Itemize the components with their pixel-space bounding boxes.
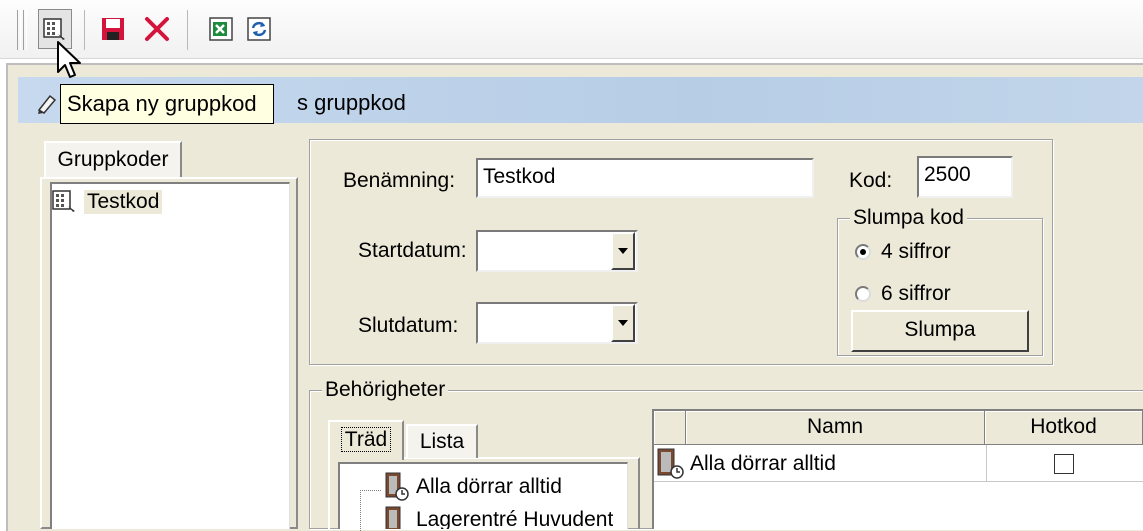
tree-item-label: Alla dörrar alltid: [416, 475, 562, 498]
code-input[interactable]: 2500: [917, 156, 1013, 198]
save-button[interactable]: [96, 9, 130, 49]
grid-new-icon: [43, 18, 65, 40]
red-x-icon: [145, 17, 169, 41]
list-item[interactable]: Testkod: [52, 190, 163, 214]
grid-icon: [52, 190, 75, 212]
grid-cell-name: Alla dörrar alltid: [690, 452, 836, 475]
toolbar-separator: [84, 10, 85, 50]
radio-6-digits[interactable]: 6 siffror: [855, 282, 951, 306]
excel-export-icon: [209, 17, 233, 41]
toolbar-grip[interactable]: [23, 10, 27, 50]
radio-4-digits[interactable]: 4 siffror: [855, 240, 951, 264]
end-date-dropdown-button[interactable]: [611, 304, 635, 342]
code-label: Kod:: [849, 169, 893, 192]
radio-button[interactable]: [855, 286, 871, 302]
name-input[interactable]: Testkod: [476, 158, 814, 198]
tab-trad-label: Träd: [340, 427, 392, 452]
floppy-disk-icon: [102, 18, 124, 40]
delete-button[interactable]: [140, 9, 174, 49]
toolbar-separator: [187, 10, 188, 50]
chevron-down-icon: [618, 248, 628, 254]
tooltip: Skapa ny gruppkod: [60, 84, 274, 124]
window-icon: [36, 92, 60, 119]
tab-gruppkoder[interactable]: Gruppkoder: [44, 141, 182, 179]
door-clock-icon: [385, 472, 409, 501]
end-date-label: Slutdatum:: [358, 314, 459, 337]
mouse-cursor-icon: [57, 41, 81, 78]
tree-item-label: Lagerentré Huvudent: [416, 508, 614, 529]
door-clock-icon: [657, 448, 684, 479]
tab-trad[interactable]: Träd: [328, 420, 404, 460]
randomize-button[interactable]: Slumpa: [851, 310, 1029, 352]
gruppkoder-list[interactable]: [50, 182, 290, 529]
chevron-down-icon: [618, 320, 628, 326]
tree-item[interactable]: Alla dörrar alltid: [384, 472, 562, 502]
tab-lista[interactable]: Lista: [406, 424, 478, 458]
pen-hand-icon: [37, 94, 57, 114]
column-divider: [986, 445, 987, 481]
tree-item[interactable]: Lagerentré Huvudent: [384, 506, 613, 529]
door-clock-icon: [385, 506, 401, 529]
export-button[interactable]: [204, 9, 238, 49]
start-date-label: Startdatum:: [358, 239, 467, 262]
refresh-button[interactable]: [242, 9, 276, 49]
row-icon: [656, 448, 686, 485]
name-label: Benämning:: [343, 169, 456, 192]
tree-connector: [360, 490, 381, 531]
start-date-dropdown-button[interactable]: [611, 232, 635, 270]
permissions-legend: Behörigheter: [322, 378, 449, 402]
column-header-namn[interactable]: Namn: [686, 411, 985, 445]
grid-corner-header: [654, 411, 686, 445]
radio-button[interactable]: [855, 244, 871, 260]
radio-6-label: 6 siffror: [881, 282, 951, 305]
column-header-hotkod[interactable]: Hotkod: [985, 411, 1143, 445]
random-code-legend: Slumpa kod: [850, 206, 967, 230]
list-item-label: Testkod: [84, 190, 163, 214]
window-title: s gruppkod: [297, 90, 406, 115]
radio-4-label: 4 siffror: [881, 240, 951, 263]
hotkod-checkbox[interactable]: [1054, 454, 1074, 474]
toolbar-grip[interactable]: [17, 10, 21, 50]
refresh-icon: [247, 17, 271, 41]
